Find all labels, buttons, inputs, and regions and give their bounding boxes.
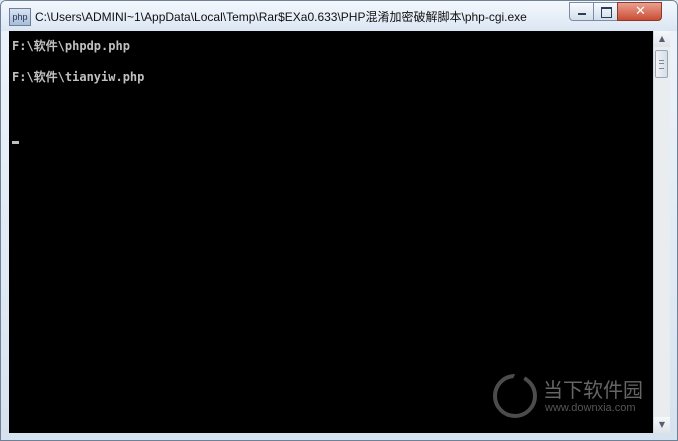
minimize-icon — [578, 13, 586, 15]
title-bar[interactable]: php C:\Users\ADMINI~1\AppData\Local\Temp… — [1, 1, 677, 31]
close-icon: ✕ — [635, 4, 646, 19]
watermark-url: www.downxia.com — [545, 402, 636, 414]
minimize-button[interactable] — [569, 2, 594, 21]
text-cursor — [12, 141, 19, 144]
console-line: F:\软件\phpdp.php — [12, 39, 130, 53]
window-controls: ✕ — [569, 2, 673, 22]
scroll-up-button[interactable]: ▲ — [654, 31, 670, 47]
window-title: C:\Users\ADMINI~1\AppData\Local\Temp\Rar… — [35, 10, 527, 24]
arrow-up-icon: ▲ — [658, 34, 666, 43]
maximize-icon — [601, 7, 612, 18]
close-button[interactable]: ✕ — [617, 2, 662, 21]
watermark-name: 当下软件园 — [543, 378, 643, 402]
php-app-icon[interactable]: php — [9, 8, 31, 26]
console-line: F:\软件\tianyiw.php — [12, 70, 145, 84]
grip-icon — [659, 60, 664, 69]
console-window: php C:\Users\ADMINI~1\AppData\Local\Temp… — [0, 0, 678, 441]
downxia-logo-icon — [493, 374, 537, 418]
maximize-button[interactable] — [593, 2, 618, 21]
watermark: 当下软件园 www.downxia.com — [493, 372, 663, 424]
scroll-thumb[interactable] — [655, 50, 668, 78]
